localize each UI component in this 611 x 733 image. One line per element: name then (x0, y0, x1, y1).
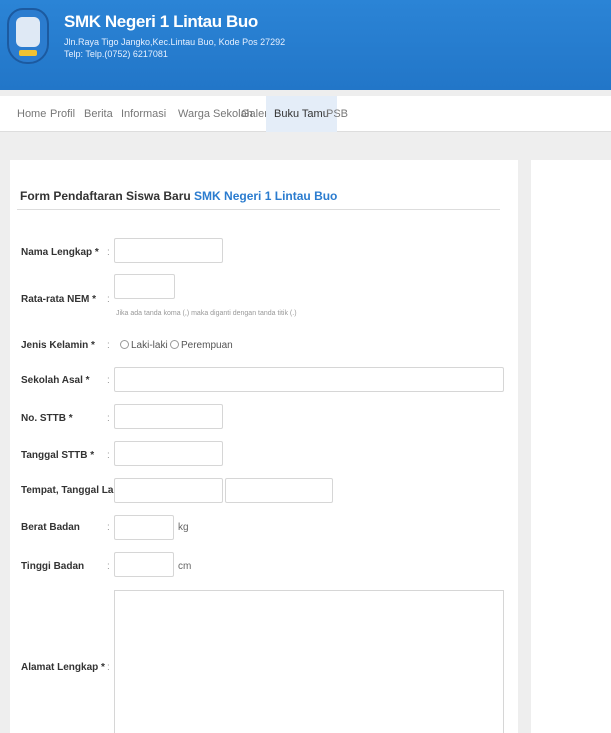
registration-form-card: Form Pendaftaran Siswa Baru SMK Negeri 1… (10, 160, 518, 733)
label-tinggi-badan: Tinggi Badan (21, 561, 85, 572)
colon: : (107, 522, 110, 533)
radio-perempuan-label: Perempuan (181, 340, 233, 351)
label-rata-rata-nem: Rata-rata NEM * (21, 294, 97, 305)
label-nama-lengkap: Nama Lengkap * (21, 247, 99, 258)
tanggal-sttb-input[interactable] (114, 441, 223, 466)
colon: : (107, 561, 110, 572)
radio-perempuan[interactable]: Perempuan (170, 340, 233, 351)
label-sekolah-asal: Sekolah Asal * (21, 375, 90, 386)
form-title: Form Pendaftaran Siswa Baru SMK Negeri 1… (20, 189, 337, 203)
form-title-school: SMK Negeri 1 Lintau Buo (194, 189, 338, 203)
radio-circle-icon (120, 340, 129, 349)
sidebar-panel (531, 160, 611, 733)
colon: : (107, 375, 110, 386)
site-phone: Telp: Telp.(0752) 6217081 (64, 49, 168, 59)
radio-laki-laki[interactable]: Laki-laki (120, 340, 168, 351)
tinggi-unit: cm (178, 561, 192, 572)
sekolah-asal-input[interactable] (114, 367, 504, 392)
nav-item-psb[interactable]: PSB (318, 96, 356, 132)
colon: : (107, 413, 110, 424)
tanggal-lahir-input[interactable] (225, 478, 333, 503)
rata-rata-nem-input[interactable] (114, 274, 175, 299)
title-divider (17, 209, 500, 210)
site-address: Jln.Raya Tigo Jangko,Kec.Lintau Buo, Kod… (64, 37, 286, 47)
radio-circle-icon (170, 340, 179, 349)
nem-hint: Jika ada tanda koma (,) maka diganti den… (116, 310, 297, 317)
form-title-text: Form Pendaftaran Siswa Baru (20, 189, 195, 203)
label-tanggal-sttb: Tanggal STTB * (21, 450, 95, 461)
main-nav: Home Profil Berita Informasi Warga Sekol… (0, 96, 611, 132)
colon: : (107, 247, 110, 258)
radio-laki-laki-label: Laki-laki (131, 340, 168, 351)
label-no-sttb: No. STTB * (21, 413, 73, 424)
colon: : (107, 485, 110, 496)
colon: : (107, 294, 110, 305)
label-jenis-kelamin: Jenis Kelamin * (21, 340, 95, 351)
logo-ribbon-icon (19, 50, 37, 56)
alamat-lengkap-textarea[interactable] (114, 590, 504, 733)
colon: : (107, 450, 110, 461)
no-sttb-input[interactable] (114, 404, 223, 429)
logo-emblem-icon (16, 17, 40, 47)
site-title[interactable]: SMK Negeri 1 Lintau Buo (64, 12, 258, 32)
label-berat-badan: Berat Badan (21, 522, 80, 533)
colon: : (107, 340, 110, 351)
berat-badan-input[interactable] (114, 515, 174, 540)
berat-unit: kg (178, 522, 189, 533)
tempat-lahir-input[interactable] (114, 478, 223, 503)
label-alamat-lengkap: Alamat Lengkap * (21, 662, 105, 673)
site-header: SMK Negeri 1 Lintau Buo Jln.Raya Tigo Ja… (0, 0, 611, 90)
nama-lengkap-input[interactable] (114, 238, 223, 263)
nav-item-informasi[interactable]: Informasi (113, 96, 174, 132)
school-logo (7, 8, 49, 64)
colon: : (107, 662, 110, 673)
tinggi-badan-input[interactable] (114, 552, 174, 577)
